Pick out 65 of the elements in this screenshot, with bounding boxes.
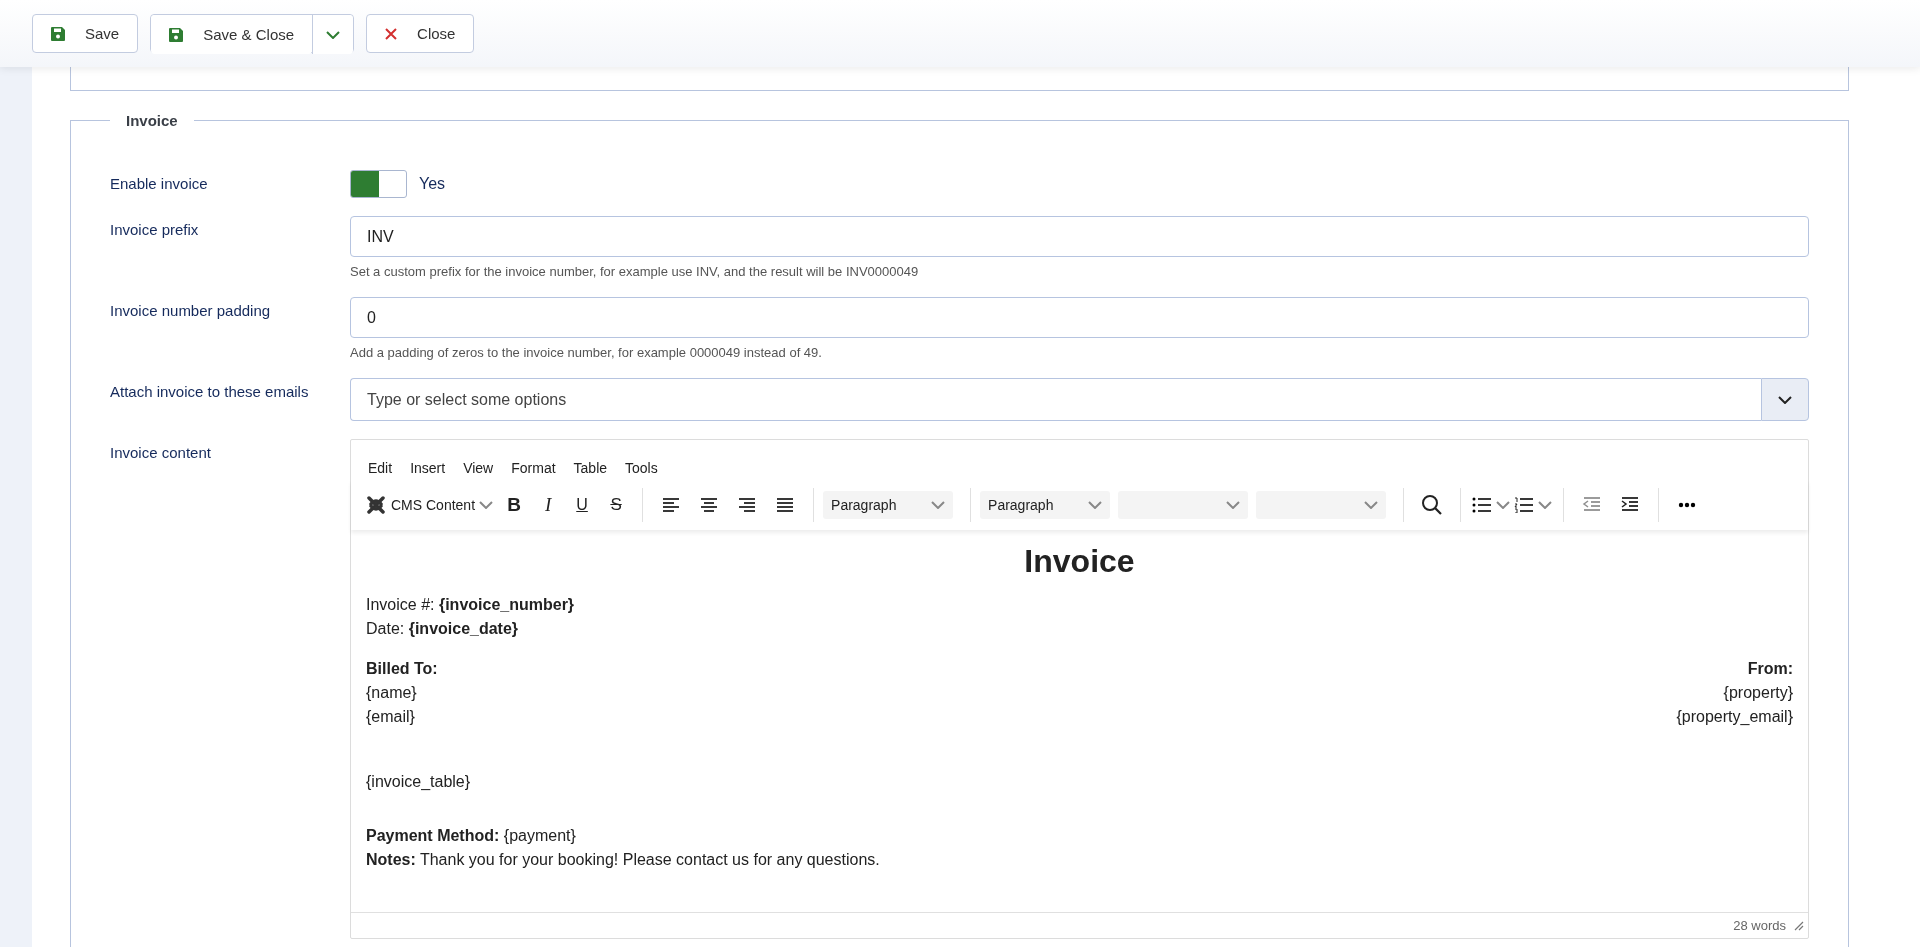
field-hint: Set a custom prefix for the invoice number, for example use INV, and the result will be INV0000049 (350, 264, 920, 279)
field-label: Invoice content (110, 443, 212, 463)
italic-button[interactable]: I (531, 488, 566, 522)
field-hint: Add a padding of zeros to the invoice number, for example 0000049 instead of 49. (350, 345, 823, 360)
dropdown-toggle-button[interactable] (312, 15, 354, 54)
outdent-icon (1582, 497, 1603, 513)
document-heading-text: Billed To: (366, 659, 438, 679)
document-text: Payment Method: {payment} (366, 826, 577, 846)
chevron-down-icon (1496, 501, 1511, 509)
bold-button[interactable]: B (497, 488, 532, 522)
format-select[interactable]: Paragraph (980, 491, 1111, 519)
align-left-icon (661, 497, 682, 513)
document-text: Date: {invoice_date} (366, 619, 520, 639)
field-label: Invoice number padding (110, 301, 272, 321)
document-text: {property} (1722, 683, 1793, 703)
chevron-down-icon (1538, 501, 1553, 509)
save-and-close-button[interactable]: Save & Close (151, 15, 313, 54)
align-right-icon (737, 497, 758, 513)
chevron-down-icon (1088, 501, 1103, 509)
fieldset-legend: Invoice (110, 112, 194, 129)
field-label: Attach invoice to these emails (110, 382, 310, 402)
menu-item[interactable]: Tools (616, 456, 667, 480)
document-heading: Invoice (1023, 542, 1136, 581)
save-button[interactable]: Save (32, 14, 139, 53)
text-input[interactable]: 0 (350, 297, 1809, 338)
close-button[interactable]: Close (366, 14, 475, 53)
align-center-icon (699, 497, 720, 513)
menu-item[interactable]: Format (502, 456, 565, 480)
caret-icon (326, 30, 341, 39)
document-text: Invoice #: {invoice_number} (366, 595, 576, 615)
word-count: 28 words (1733, 918, 1786, 933)
document-text: {email} (366, 707, 416, 727)
document-heading-text: From: (1746, 659, 1793, 679)
field-label: Invoice prefix (110, 220, 200, 240)
chevron-down-icon (1364, 501, 1379, 509)
indent-icon (1620, 497, 1641, 513)
menu-item[interactable]: Insert (401, 456, 455, 480)
numbered-list-icon (1514, 497, 1535, 513)
toggle-label: Yes (419, 175, 446, 193)
toggle-switch[interactable] (350, 170, 407, 198)
dropdown-toggle[interactable] (1761, 378, 1809, 421)
chevron-down-icon (931, 501, 946, 509)
document-text: {name} (366, 683, 418, 703)
document-text: Notes: Thank you for your booking! Please contact us for any questions. (366, 850, 881, 870)
document-text: {invoice_table} (366, 772, 472, 792)
format-select[interactable]: Paragraph (823, 491, 954, 519)
menu-item[interactable]: Edit (359, 456, 402, 480)
field-label: Enable invoice (110, 174, 209, 194)
more-icon (1678, 502, 1697, 508)
search-icon (1421, 494, 1444, 516)
bulleted-list-icon (1472, 497, 1493, 513)
menu-item[interactable]: Table (564, 456, 617, 480)
strikethrough-button[interactable]: S (599, 488, 634, 522)
chevron-down-icon (479, 501, 494, 509)
menu-item[interactable]: View (454, 456, 503, 480)
document-text: {property_email} (1676, 707, 1793, 727)
text-input[interactable]: INV (350, 216, 1809, 257)
align-justify-icon (775, 497, 796, 513)
resize-handle-icon (1794, 920, 1804, 931)
content-dropdown[interactable]: CMS Content (361, 488, 498, 522)
chevron-down-icon (1226, 501, 1241, 509)
chevron-down-icon (1778, 395, 1792, 404)
x-logo-icon (365, 494, 387, 516)
underline-button[interactable]: U (565, 488, 600, 522)
close-icon (385, 27, 398, 40)
